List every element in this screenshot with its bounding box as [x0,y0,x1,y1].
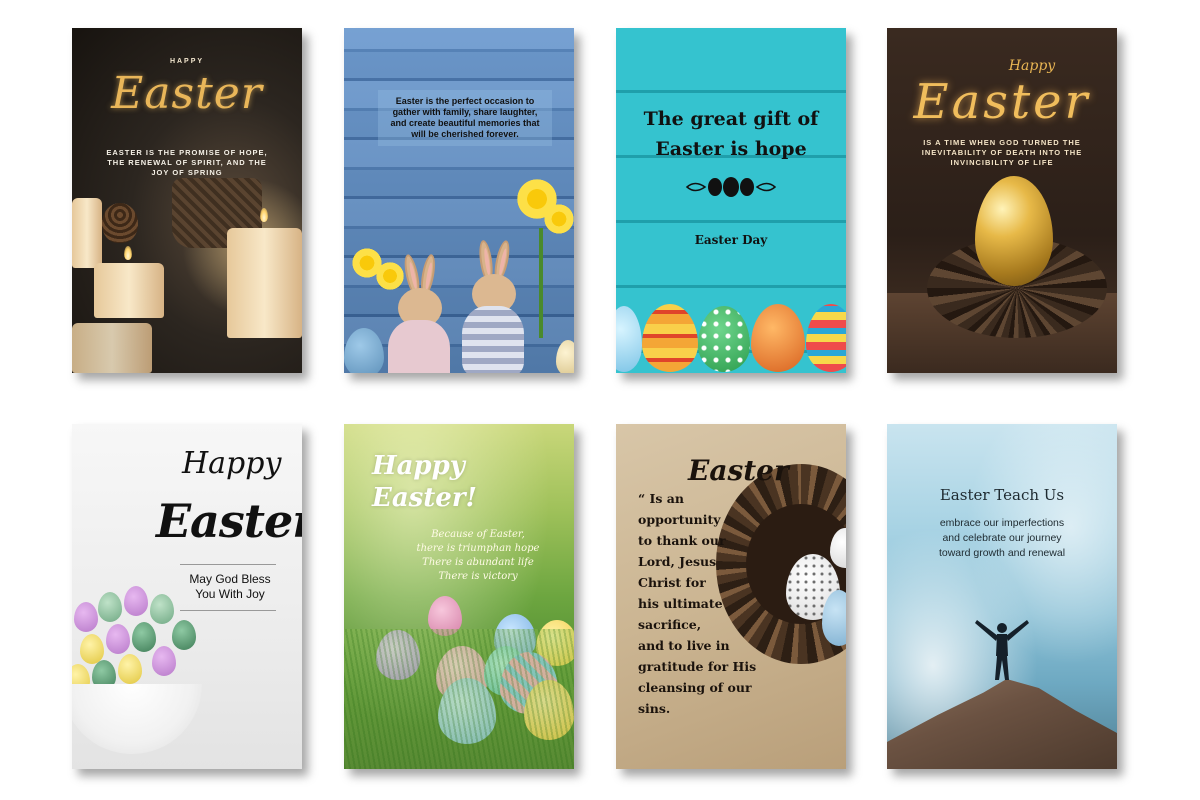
candy-egg-icon [124,586,148,616]
card7-title: Easter [688,454,789,487]
card3-title-line1: The great gift of [643,108,819,130]
egg-icon [616,306,642,372]
flame-icon [260,208,268,222]
flame-icon [124,246,132,260]
divider [180,564,276,565]
card7-body-line: sacrifice, [638,617,702,632]
daffodil-icon [542,202,574,236]
card6-body-line1: Because of Easter, [431,529,525,540]
card2-text-box: Easter is the perfect occasion to gather… [378,90,552,146]
egg-icon [642,304,698,372]
bowl-icon [72,684,202,754]
candy-egg-icon [132,622,156,652]
golden-egg-icon [975,176,1053,286]
card8-title: Easter Teach Us [939,486,1065,504]
card6-body-line3: There is abundant life [422,557,534,568]
daffodil-icon [374,260,406,292]
card3-subtitle: Easter Day [694,233,768,247]
egg-icon [751,304,805,372]
card4-small-script: Happy [1008,58,1056,74]
candy-egg-icon [106,624,130,654]
candle-icon [72,198,102,268]
card3-title: The great gift of Easter is hope [616,104,846,164]
card6-happy-line1: Happy [372,451,465,481]
grass-foreground [344,629,574,769]
candy-egg-icon [98,592,122,622]
daffodil-stem [539,228,543,338]
card7-body-line: gratitude for His [638,659,757,674]
card-golden-egg: Happy Easter IS A TIME WHEN GOD TURNED T… [887,28,1117,373]
candy-egg-icon [74,602,98,632]
card5-blessing-line2: You With Joy [195,587,265,601]
card4-script-title: Easter [913,74,1091,130]
card1-script-title: Easter [111,68,263,119]
card5-blessing: May God Bless You With Joy [180,572,280,602]
candy-egg-icon [118,654,142,684]
card6-body: Because of Easter, there is triumphan ho… [404,528,552,584]
card5-easter: Easter [156,494,302,548]
card-mountain: Easter Teach Us embrace our imperfection… [887,424,1117,769]
card8-body-line1: embrace our imperfections [939,517,1065,529]
card2-body: Easter is the perfect occasion to gather… [390,96,540,139]
card-turquoise-eggs: The great gift of Easter is hope Easter … [616,28,846,373]
candy-egg-icon [152,646,176,676]
card7-body-line: cleansing of our sins. [638,680,752,716]
candy-egg-icon [172,620,196,650]
candy-egg-icon [150,594,174,624]
card7-body-line: Christ for [638,575,706,590]
divider [180,610,276,611]
egg-icon [806,304,846,372]
card7-body: “ Is an opportunity to thank our Lord, J… [638,488,778,719]
card-candy-bowl: Happy Easter May God Bless You With Joy [72,424,302,769]
pinecone-icon [102,203,138,243]
card-bunnies: Easter is the perfect occasion to gather… [344,28,574,373]
card6-body-line2: there is triumphan hope [416,543,540,554]
card7-body-line: and to live in [638,638,730,653]
card-grass-eggs: Happy Easter! Because of Easter, there i… [344,424,574,769]
card8-body-line3: toward growth and renewal [938,547,1066,559]
card6-happy-line2: Easter! [372,483,477,513]
candle-icon [227,228,302,338]
card-candles: HAPPY Easter EASTER IS THE PROMISE OF HO… [72,28,302,373]
card7-body-line: to thank our [638,533,726,548]
egg-icon [698,306,750,372]
card5-blessing-line1: May God Bless [189,572,271,586]
card3-title-line2: Easter is hope [655,138,807,160]
card8-body-line2: and celebrate our journey [942,532,1062,544]
card7-body-line: “ Is an [638,491,684,506]
candle-icon [72,323,152,373]
candle-icon [94,263,164,318]
card8-body: embrace our imperfections and celebrate … [907,516,1097,561]
person-arms-raised-icon [971,614,1033,689]
card1-body: EASTER IS THE PROMISE OF HOPE, THE RENEW… [106,148,268,177]
card5-happy: Happy [182,446,282,481]
card1-small-title: HAPPY [169,58,205,65]
card6-happy: Happy Easter! [372,450,477,514]
card7-body-line: opportunity [638,512,721,527]
card7-body-line: Lord, Jesus [638,554,717,569]
card4-body: IS A TIME WHEN GOD TURNED THE INEVITABIL… [921,138,1083,167]
card6-body-line4: There is victory [438,571,518,582]
card-kraft-nest: Easter “ Is an opportunity to thank our … [616,424,846,769]
card7-body-line: his ultimate [638,596,723,611]
egg-ornament-icon [616,176,846,201]
